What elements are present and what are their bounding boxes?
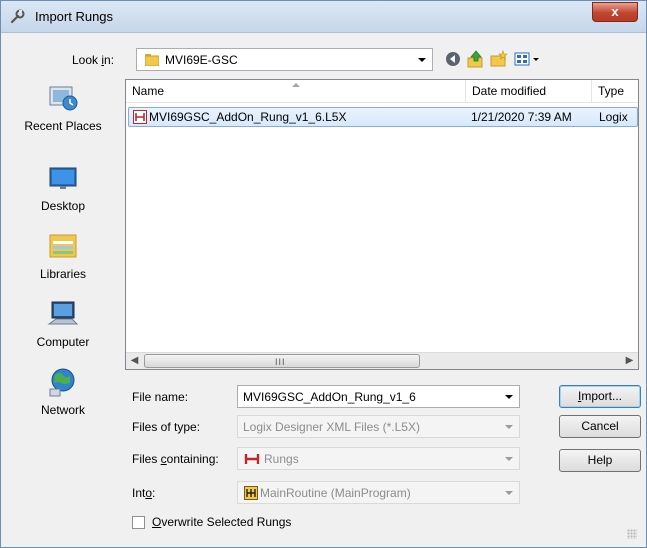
new-folder-icon[interactable] [490, 50, 508, 68]
resize-grip-icon[interactable] [627, 529, 637, 539]
files-containing-label: Files containing: [132, 452, 219, 466]
close-button[interactable]: x [592, 2, 638, 22]
import-button[interactable]: Import... [559, 385, 641, 408]
into-select: MainRoutine (MainProgram) [237, 481, 520, 504]
recent-places-icon [49, 86, 78, 111]
sort-ascending-icon [292, 83, 300, 87]
desktop-icon [49, 167, 77, 189]
file-name-input[interactable]: MVI69GSC_AddOn_Rung_v1_6 [237, 385, 520, 408]
lookin-value: MVI69E-GSC [165, 53, 238, 67]
column-date-modified[interactable]: Date modified [466, 80, 592, 103]
place-libraries[interactable]: Libraries [8, 229, 118, 281]
file-list[interactable]: Name Date modified Type MVI69GSC_AddOn_R… [125, 79, 639, 370]
computer-icon [47, 301, 79, 325]
file-name: MVI69GSC_AddOn_Rung_v1_6.L5X [149, 110, 347, 124]
place-label: Computer [36, 335, 90, 349]
column-type[interactable]: Type [592, 80, 638, 103]
chevron-down-icon [505, 457, 513, 461]
back-icon[interactable] [444, 50, 462, 68]
lookin-dropdown[interactable]: MVI69E-GSC [136, 48, 433, 71]
overwrite-checkbox[interactable] [132, 516, 145, 529]
dialog-body: Look in: MVI69E-GSC Recent Places Deskto… [8, 39, 641, 541]
lookin-label: Look in: [72, 53, 115, 67]
chevron-down-icon[interactable] [418, 58, 426, 62]
place-label: Recent Places [24, 119, 102, 133]
wrench-icon [10, 9, 25, 24]
rung-icon [244, 454, 260, 464]
import-rungs-dialog: Import Rungs x Look in: MVI69E-GSC Recen… [0, 0, 647, 548]
place-label: Libraries [39, 267, 87, 281]
horizontal-scrollbar[interactable]: ◀ III ▶ [126, 352, 638, 369]
cancel-button[interactable]: Cancel [559, 415, 641, 438]
scroll-thumb[interactable]: III [144, 354, 420, 368]
chevron-down-icon[interactable] [505, 395, 513, 399]
column-header: Name Date modified Type [126, 80, 638, 103]
files-of-type-label: Files of type: [132, 420, 201, 434]
place-label: Desktop [40, 199, 86, 213]
title-bar: Import Rungs x [1, 1, 646, 33]
overwrite-label[interactable]: Overwrite Selected Rungs [152, 515, 291, 529]
file-name-value: MVI69GSC_AddOn_Rung_v1_6 [243, 390, 416, 404]
into-value: MainRoutine (MainProgram) [260, 486, 411, 500]
place-network[interactable]: Network [8, 365, 118, 417]
l5x-file-icon [133, 110, 147, 124]
scroll-left-icon[interactable]: ◀ [126, 353, 143, 369]
file-row[interactable]: MVI69GSC_AddOn_Rung_v1_6.L5X 1/21/2020 7… [128, 107, 638, 127]
network-icon [49, 368, 75, 397]
chevron-down-icon [505, 425, 513, 429]
place-label: Network [40, 403, 85, 417]
files-of-type-value: Logix Designer XML Files (*.L5X) [243, 420, 420, 434]
files-containing-value: Rungs [264, 452, 299, 466]
help-button[interactable]: Help [559, 449, 641, 472]
up-folder-icon[interactable] [467, 50, 485, 68]
chevron-down-icon [505, 491, 513, 495]
libraries-icon [49, 234, 77, 258]
folder-icon [145, 54, 159, 66]
scroll-grip: III [275, 357, 286, 367]
view-menu-icon[interactable] [514, 50, 542, 68]
place-desktop[interactable]: Desktop [8, 161, 118, 213]
file-date: 1/21/2020 7:39 AM [471, 110, 572, 124]
scroll-right-icon[interactable]: ▶ [621, 353, 638, 369]
files-of-type-select: Logix Designer XML Files (*.L5X) [237, 415, 520, 438]
files-containing-select: Rungs [237, 447, 520, 470]
file-name-label: File name: [132, 390, 189, 404]
into-label: Into: [132, 486, 156, 500]
dialog-title: Import Rungs [35, 9, 114, 24]
file-type: Logix [599, 110, 628, 124]
place-computer[interactable]: Computer [8, 297, 118, 349]
routine-icon [244, 486, 258, 500]
place-recent-places[interactable]: Recent Places [8, 81, 118, 133]
places-bar: Recent Places Desktop Libraries Computer… [8, 79, 118, 459]
